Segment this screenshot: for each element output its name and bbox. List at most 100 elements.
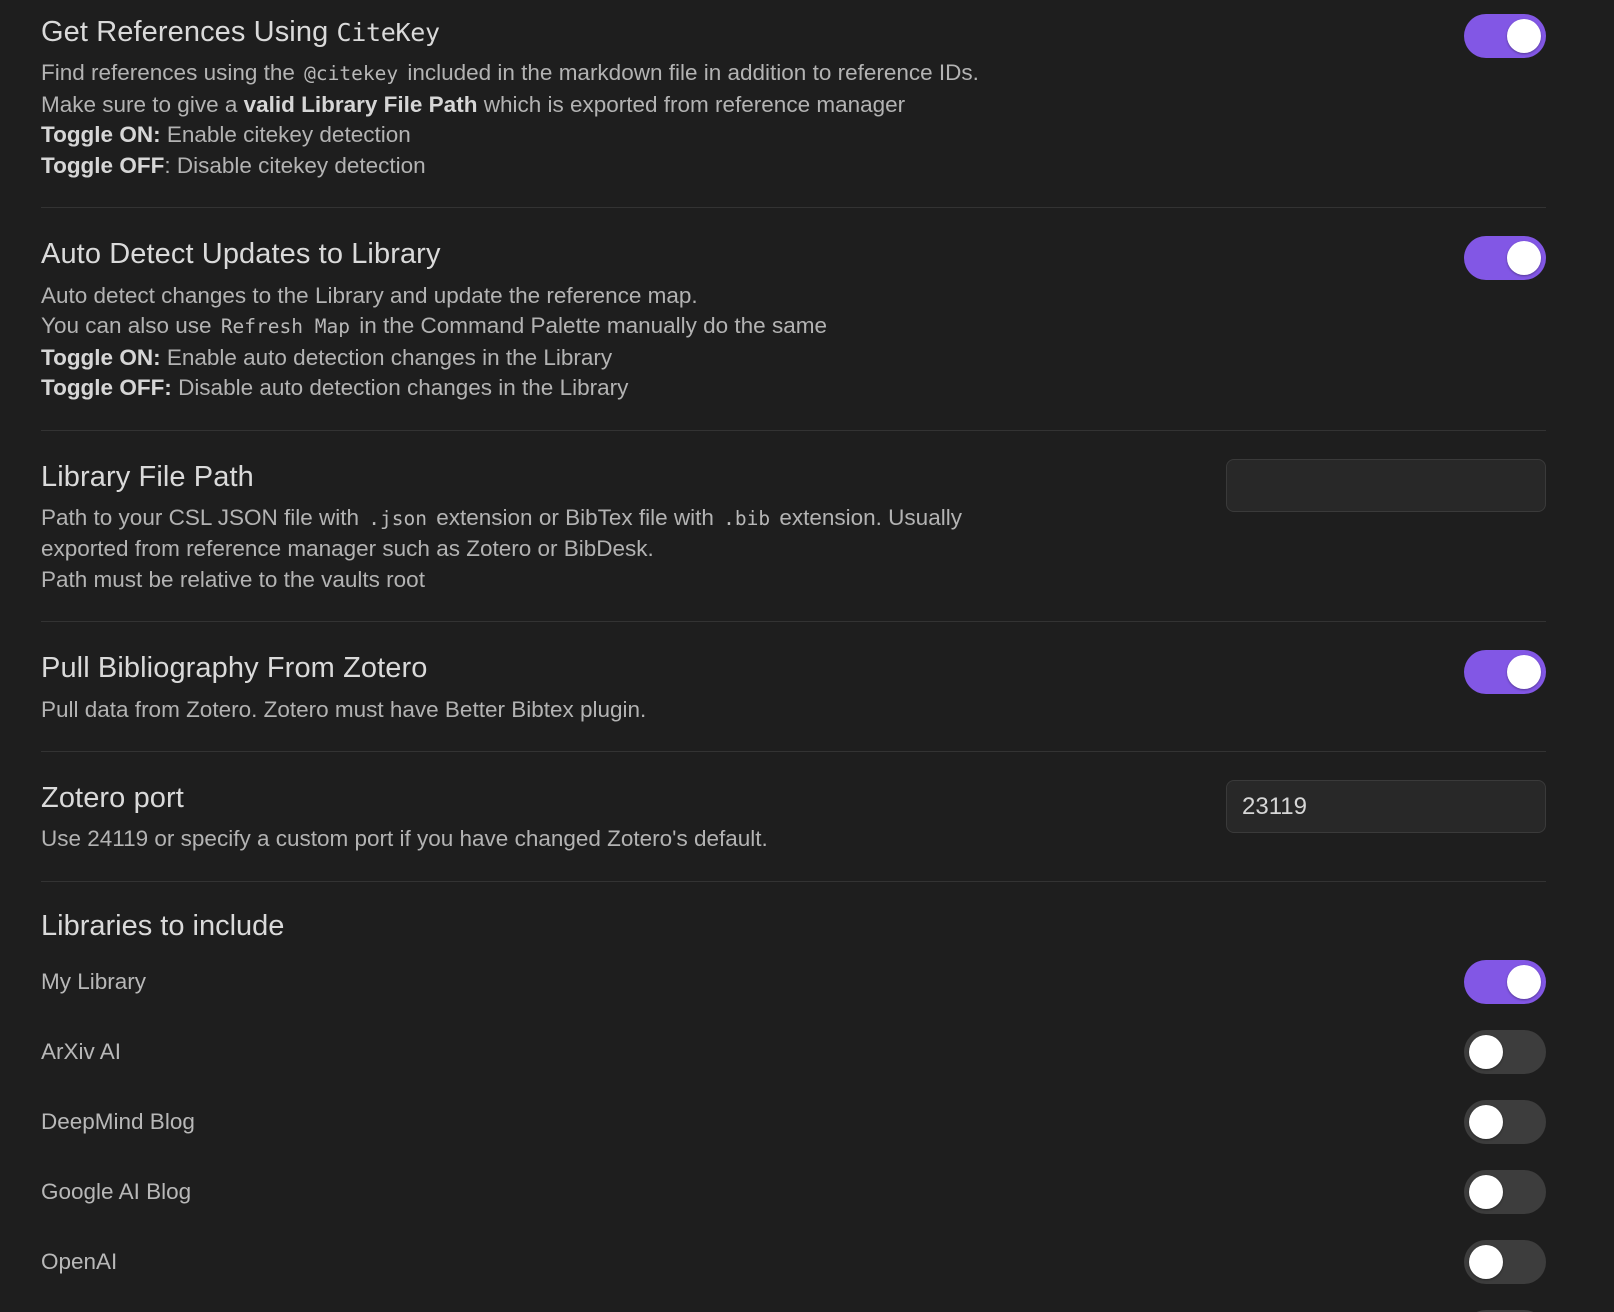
- library-row: Towards Data Science: [41, 1297, 1546, 1312]
- plain-text: exported from reference manager such as …: [41, 536, 654, 562]
- emphasis-text: Toggle OFF:: [41, 375, 172, 400]
- library-name: Google AI Blog: [41, 1178, 192, 1204]
- toggle-knob: [1469, 1034, 1503, 1069]
- toggle-knob: [1507, 241, 1541, 276]
- library-name: DeepMind Blog: [41, 1108, 195, 1134]
- settings-panel: Get References Using CiteKey Find referen…: [0, 0, 1614, 1312]
- setting-info: Library File Path Path to your CSL JSON f…: [41, 459, 1202, 596]
- setting-control: [1464, 650, 1546, 695]
- plain-text: You can also use: [41, 313, 218, 338]
- setting-item-library-file-path: Library File Path Path to your CSL JSON f…: [41, 429, 1546, 622]
- setting-title-text: Pull Bibliography From Zotero: [41, 652, 428, 685]
- setting-title: Pull Bibliography From Zotero: [41, 650, 1440, 686]
- library-name: OpenAI: [41, 1248, 118, 1274]
- toggle-library-openai[interactable]: [1464, 1239, 1546, 1284]
- setting-title: Auto Detect Updates to Library: [41, 236, 1440, 272]
- settings-list: Get References Using CiteKey Find referen…: [41, 0, 1546, 881]
- setting-description-line: Auto detect changes to the Library and u…: [41, 281, 1440, 312]
- inline-code: .bib: [723, 506, 771, 530]
- setting-info: Auto Detect Updates to Library Auto detec…: [41, 236, 1440, 403]
- setting-control: [1464, 14, 1546, 58]
- libraries-section-heading: Libraries to include: [41, 880, 1546, 943]
- setting-info: Pull Bibliography From Zotero Pull data f…: [41, 650, 1440, 725]
- library-row: My Library: [41, 943, 1546, 1017]
- library-row: ArXiv AI: [41, 1017, 1546, 1087]
- setting-description-line: Toggle OFF: Disable auto detection chang…: [41, 373, 1440, 404]
- setting-title-text: Zotero port: [41, 782, 184, 814]
- libraries-list: My Library ArXiv AI DeepMind Blog Google AI…: [41, 943, 1546, 1312]
- inline-code: Refresh Map: [220, 315, 350, 338]
- setting-info: Get References Using CiteKey Find referen…: [41, 14, 1440, 181]
- plain-text: Find references using the: [41, 60, 302, 86]
- setting-title: Zotero port: [41, 780, 1202, 816]
- plain-text: Path must be relative to the vaults root: [41, 566, 425, 592]
- setting-title-text: Auto Detect Updates to Library: [41, 238, 441, 271]
- toggle-pull-bibliography-zotero[interactable]: [1464, 650, 1546, 695]
- library-row: OpenAI: [41, 1227, 1546, 1297]
- setting-info: Zotero port Use 24119 or specify a custom…: [41, 780, 1202, 855]
- input-zotero-port[interactable]: [1226, 780, 1546, 833]
- plain-text: Path to your CSL JSON file with: [41, 504, 366, 530]
- setting-control: [1226, 458, 1546, 512]
- inline-code: @citekey: [304, 62, 399, 86]
- inline-code: .json: [368, 506, 427, 530]
- setting-description-line: You can also use Refresh Map in the Comm…: [41, 311, 1440, 343]
- library-name: ArXiv AI: [41, 1038, 122, 1064]
- plain-text: Enable citekey detection: [160, 122, 411, 148]
- toggle-library-google-ai-blog[interactable]: [1464, 1169, 1546, 1214]
- emphasis-text: valid Library File Path: [243, 91, 478, 117]
- setting-description-line: Toggle OFF: Disable citekey detection: [41, 151, 1440, 182]
- setting-title-text: Library File Path: [41, 460, 254, 493]
- setting-item-citekey: Get References Using CiteKey Find referen…: [41, 0, 1546, 207]
- setting-description-line: Toggle ON: Enable citekey detection: [41, 120, 1440, 151]
- setting-description-line: exported from reference manager such as …: [41, 534, 1202, 565]
- setting-description: Find references using the @citekey inclu…: [41, 58, 1440, 181]
- setting-description-line: Toggle ON: Enable auto detection changes…: [41, 343, 1440, 374]
- setting-description-line: Use 24119 or specify a custom port if yo…: [41, 824, 1202, 855]
- setting-title: Library File Path: [41, 459, 1202, 495]
- plain-text: which is exported from reference manager: [477, 91, 906, 117]
- setting-description: Auto detect changes to the Library and u…: [41, 281, 1440, 404]
- library-name: My Library: [41, 968, 147, 994]
- plain-text: : Disable citekey detection: [164, 152, 426, 178]
- input-library-file-path[interactable]: [1226, 458, 1546, 512]
- toggle-knob: [1469, 1104, 1503, 1139]
- library-row: DeepMind Blog: [41, 1087, 1546, 1157]
- plain-text: in the Command Palette manually do the s…: [352, 313, 827, 338]
- plain-text: Disable auto detection changes in the Li…: [171, 375, 629, 400]
- plain-text: Enable auto detection changes in the Lib…: [160, 344, 613, 370]
- libraries-to-include-section: Libraries to include My Library ArXiv AI D…: [41, 880, 1546, 1312]
- plain-text: Use 24119 or specify a custom port if yo…: [41, 826, 768, 852]
- plain-text: Pull data from Zotero. Zotero must have …: [41, 696, 647, 722]
- setting-control: [1464, 236, 1546, 281]
- setting-item-auto-detect: Auto Detect Updates to Library Auto detec…: [41, 207, 1546, 429]
- toggle-knob: [1469, 1244, 1503, 1279]
- toggle-library-deepmind-blog[interactable]: [1464, 1099, 1546, 1144]
- toggle-auto-detect[interactable]: [1464, 236, 1546, 281]
- plain-text: extension. Usually: [773, 504, 962, 530]
- setting-description-line: Make sure to give a valid Library File P…: [41, 90, 1440, 121]
- toggle-knob: [1469, 1174, 1503, 1209]
- setting-description-line: Pull data from Zotero. Zotero must have …: [41, 695, 1440, 726]
- emphasis-text: Toggle ON:: [41, 344, 161, 370]
- setting-description-line: Path must be relative to the vaults root: [41, 565, 1202, 596]
- toggle-library-my-library[interactable]: [1464, 959, 1546, 1004]
- plain-text: Auto detect changes to the Library and u…: [41, 282, 698, 308]
- setting-description: Path to your CSL JSON file with .json ex…: [41, 503, 1202, 596]
- toggle-knob: [1507, 655, 1541, 690]
- setting-description-line: Find references using the @citekey inclu…: [41, 58, 1440, 90]
- setting-title: Get References Using CiteKey: [41, 14, 1440, 50]
- toggle-knob: [1507, 964, 1541, 999]
- plain-text: included in the markdown file in additio…: [401, 60, 979, 86]
- library-row: Google AI Blog: [41, 1157, 1546, 1227]
- toggle-library-arxiv-ai[interactable]: [1464, 1029, 1546, 1074]
- toggle-knob: [1507, 19, 1541, 53]
- toggle-citekey[interactable]: [1464, 14, 1546, 58]
- setting-title-code: CiteKey: [336, 18, 440, 47]
- plain-text: Make sure to give a: [41, 91, 244, 117]
- setting-description-line: Path to your CSL JSON file with .json ex…: [41, 503, 1202, 535]
- setting-description: Pull data from Zotero. Zotero must have …: [41, 695, 1440, 726]
- setting-title-text: Get References Using: [41, 16, 337, 48]
- emphasis-text: Toggle OFF: [41, 152, 165, 178]
- setting-control: [1226, 780, 1546, 833]
